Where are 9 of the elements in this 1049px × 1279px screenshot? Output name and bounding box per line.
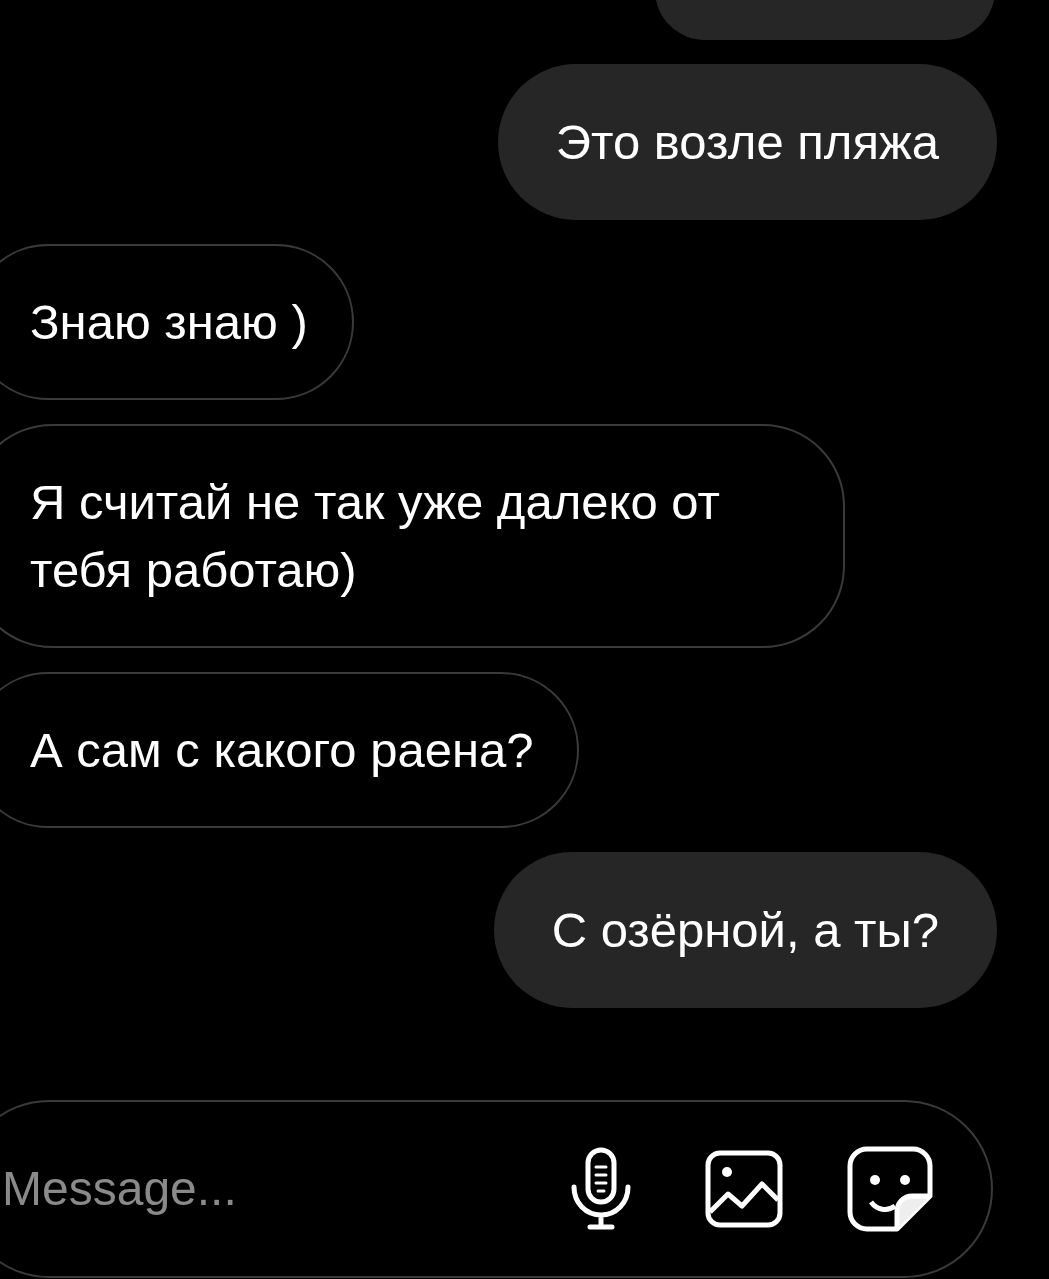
microphone-icon[interactable] bbox=[570, 1147, 632, 1231]
message-bubble: С озёрной, а ты? bbox=[493, 852, 997, 1008]
sticker-icon[interactable] bbox=[847, 1146, 933, 1232]
message-bubble: Я считай не так уже далеко от тебя работаю) bbox=[0, 424, 845, 648]
message-input[interactable]: Message... bbox=[2, 1153, 482, 1225]
message-bubble: Это возле пляжа bbox=[497, 64, 997, 220]
image-icon[interactable] bbox=[705, 1150, 783, 1228]
message-bubble: Знаю знаю ) bbox=[0, 244, 354, 400]
message-bubble: А сам с какого раена? bbox=[0, 672, 580, 828]
